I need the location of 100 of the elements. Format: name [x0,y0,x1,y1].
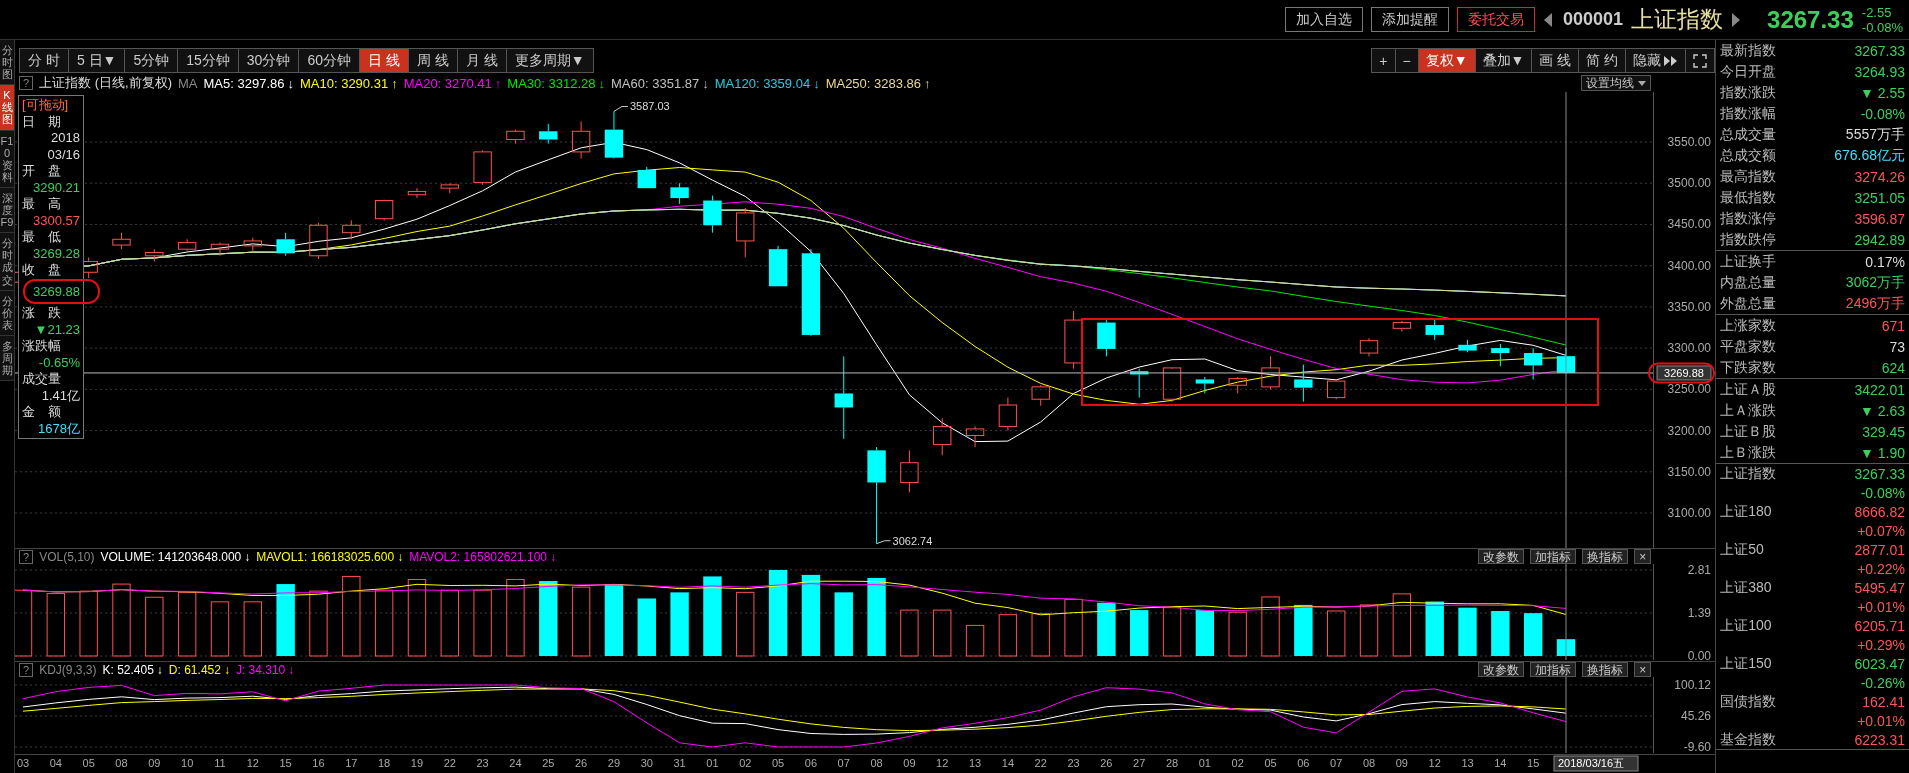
toolbar-button[interactable]: + [1371,48,1396,73]
close-button[interactable]: × [1634,549,1652,564]
indicator-value: K: 52.405 [102,662,154,677]
side-tab[interactable]: 分时成交 [0,233,14,291]
cursor-date-label: 2018/03/16五 [1553,755,1639,772]
date-label: 01 [706,757,719,769]
quote-value: 2877.01 [1854,541,1905,558]
side-tab[interactable]: 深度F9 [0,187,14,234]
toolbar-button[interactable]: 委托交易 [1456,7,1535,32]
period-tab[interactable]: 30分钟 [238,48,300,73]
side-tab[interactable]: 分价表 [0,290,14,336]
side-tab[interactable]: 多周期 [0,335,14,382]
indicator-button[interactable]: 换指标 [1582,662,1629,677]
trend-arrow: ↓ [156,662,163,677]
period-tab[interactable]: 15分钟 [178,48,239,73]
indicator-button[interactable]: 换指标 [1582,549,1629,564]
previous-arrow-icon[interactable] [1542,12,1553,27]
period-tab[interactable]: 60分钟 [299,48,360,73]
quote-change: +0.29% [1857,636,1905,653]
period-tab[interactable]: 更多周期▼ [506,48,594,73]
price-label: 3062.74 [892,534,933,547]
quote-value: 0.17% [1865,253,1905,270]
field-value: -0.65% [38,354,80,370]
field-value: 03/16 [47,146,80,162]
volume-bar [1294,604,1313,656]
field-value: 3269.28 [33,245,80,261]
indicator-value: MA250: 3283.86 [825,75,922,91]
volume-bar [309,590,328,657]
toolbar-button[interactable]: 复权▼ [1418,48,1476,73]
side-tab[interactable]: 分时图 [0,40,14,86]
ma-settings-dropdown[interactable]: 设置均线 [1581,75,1652,91]
indicator-value: VOLUME: 141203648.000 [100,549,242,564]
field-label: 日 期 [22,113,62,130]
date-label: 14 [1001,757,1014,769]
quote-change: +0.22% [1857,560,1905,577]
trend-arrow: ↑ [494,75,502,91]
quote-label: 上证100 [1720,616,1772,635]
quote-label: 外盘总量 [1720,294,1777,313]
period-tab[interactable]: 5 日▼ [68,48,126,73]
quote-label: 总成交额 [1720,146,1777,165]
axis-label: 2.81 [1687,564,1711,577]
indicator-button[interactable]: 改参数 [1478,662,1525,677]
trend-arrow: ↓ [288,662,295,677]
date-label: 08 [115,757,128,769]
date-label: 23 [1067,757,1080,769]
indicator-button[interactable]: 改参数 [1478,549,1525,564]
volume-bar [15,589,33,657]
axis-label: 3250.00 [1667,382,1711,397]
date-label: 08 [1362,757,1376,769]
next-arrow-icon[interactable] [1731,12,1742,27]
help-button[interactable]: ? [19,549,34,564]
indicator-button[interactable]: 加指标 [1530,549,1577,564]
help-button[interactable]: ? [19,662,34,677]
field-value: 3300.57 [33,212,80,228]
date-label: 25 [542,757,555,769]
volume-bar [1228,611,1247,657]
fullscreen-button[interactable] [1686,48,1716,73]
period-tab[interactable]: 分 时 [19,48,69,73]
field-label: 收 盘 [22,262,62,279]
percent-change: -0.08% [1861,19,1903,35]
date-label: 31 [673,757,686,769]
date-label: 14 [1494,757,1507,769]
quote-value: 3267.33 [1854,42,1905,59]
axis-label: 1.39 [1687,606,1711,620]
quote-label: 今日开盘 [1720,62,1777,81]
quote-label: 上涨家数 [1720,316,1777,335]
close-button[interactable]: × [1634,662,1652,677]
volume-bar [210,601,230,657]
toolbar-button[interactable]: − [1395,48,1419,73]
period-tab[interactable]: 日 线 [359,48,409,73]
date-label: 02 [739,757,752,769]
quote-label: 平盘家数 [1720,337,1777,356]
help-button[interactable]: ? [19,76,34,90]
hide-button[interactable]: 隐藏 [1626,48,1687,73]
volume-bar [604,584,624,656]
date-label: 24 [509,757,522,769]
toolbar-button[interactable]: 叠加▼ [1475,48,1533,73]
date-label: 10 [181,757,194,769]
toolbar-button[interactable]: 画 线 [1532,48,1580,73]
quote-change: -0.26% [1860,674,1905,691]
field-label: 最 低 [22,229,62,246]
field-label: 开 盘 [22,163,62,180]
toolbar-button[interactable]: 添加提醒 [1370,7,1449,32]
indicator-button[interactable]: 加指标 [1530,662,1577,677]
toolbar-button[interactable]: 加入自选 [1284,7,1363,32]
axis-label: 3450.00 [1667,217,1711,232]
quote-label: 上Ｂ涨跌 [1720,443,1777,462]
side-tab[interactable]: K线图 [0,85,14,131]
quote-change: +0.01% [1857,598,1905,615]
period-tab[interactable]: 月 线 [457,48,507,73]
quote-value: 3062万手 [1845,273,1905,292]
period-tab[interactable]: 周 线 [408,48,458,73]
period-tab[interactable]: 5分钟 [125,48,179,73]
toolbar-button[interactable]: 简 约 [1579,48,1627,73]
date-label: 04 [49,757,62,769]
date-label: 18 [378,757,391,769]
field-value: 3269.88 [33,283,80,299]
field-label: 金 额 [22,404,62,421]
side-tab[interactable]: F10资料 [0,130,14,188]
volume-bar [1130,610,1149,656]
